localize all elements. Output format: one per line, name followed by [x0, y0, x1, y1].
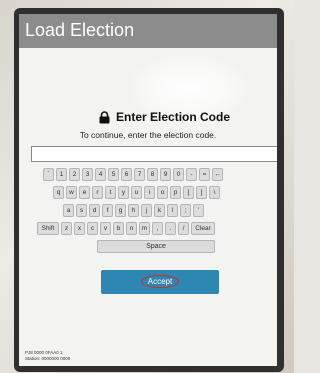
- red-circle-annotation: [141, 275, 179, 288]
- key-0[interactable]: 0: [173, 168, 184, 181]
- key-9[interactable]: 9: [160, 168, 171, 181]
- key-m[interactable]: m: [139, 222, 150, 235]
- key-1[interactable]: 1: [56, 168, 67, 181]
- key-minus[interactable]: -: [186, 168, 197, 181]
- key-y[interactable]: y: [118, 186, 129, 199]
- key-c[interactable]: c: [87, 222, 98, 235]
- key-comma[interactable]: ,: [152, 222, 163, 235]
- keyboard-row-1: ` 1 2 3 4 5 6 7 8 9 0 - = ←: [43, 168, 223, 181]
- key-r[interactable]: r: [92, 186, 103, 199]
- key-w[interactable]: w: [66, 186, 77, 199]
- key-i[interactable]: i: [144, 186, 155, 199]
- keyboard-row-3: a s d f g h j k l ; ': [63, 204, 204, 217]
- keyboard-row-2: q w e r t y u i o p [ ] \: [53, 186, 220, 199]
- key-equals[interactable]: =: [199, 168, 210, 181]
- key-backslash[interactable]: \: [209, 186, 220, 199]
- election-code-input[interactable]: [31, 146, 277, 162]
- key-slash[interactable]: /: [178, 222, 189, 235]
- title-bar: Load Election: [19, 14, 277, 48]
- key-g[interactable]: g: [115, 204, 126, 217]
- key-x[interactable]: x: [74, 222, 85, 235]
- key-7[interactable]: 7: [134, 168, 145, 181]
- key-n[interactable]: n: [126, 222, 137, 235]
- key-clear[interactable]: Clear: [191, 222, 215, 235]
- key-8[interactable]: 8: [147, 168, 158, 181]
- key-5[interactable]: 5: [108, 168, 119, 181]
- key-d[interactable]: d: [89, 204, 100, 217]
- key-u[interactable]: u: [131, 186, 142, 199]
- key-z[interactable]: z: [61, 222, 72, 235]
- key-backspace[interactable]: ←: [212, 168, 223, 181]
- device-screen: Load Election Enter Election Code To con…: [19, 14, 277, 366]
- key-semicolon[interactable]: ;: [180, 204, 191, 217]
- key-a[interactable]: a: [63, 204, 74, 217]
- key-p[interactable]: p: [170, 186, 181, 199]
- lock-icon: [99, 110, 110, 123]
- footer-line-2: Station: 0000000 0000: [25, 356, 71, 361]
- key-e[interactable]: e: [79, 186, 90, 199]
- key-f[interactable]: f: [102, 204, 113, 217]
- key-s[interactable]: s: [76, 204, 87, 217]
- key-shift[interactable]: Shift: [37, 222, 59, 235]
- key-period[interactable]: .: [165, 222, 176, 235]
- prompt-instruction: To continue, enter the election code.: [79, 130, 217, 140]
- key-o[interactable]: o: [157, 186, 168, 199]
- accept-button[interactable]: Accept: [101, 270, 219, 294]
- prompt-heading-text: Enter Election Code: [116, 110, 231, 124]
- key-v[interactable]: v: [100, 222, 111, 235]
- key-h[interactable]: h: [128, 204, 139, 217]
- keyboard-row-4: Shift z x c v b n m , . / Clear: [37, 222, 215, 235]
- key-b[interactable]: b: [113, 222, 124, 235]
- key-k[interactable]: k: [154, 204, 165, 217]
- key-2[interactable]: 2: [69, 168, 80, 181]
- key-right-bracket[interactable]: ]: [196, 186, 207, 199]
- key-j[interactable]: j: [141, 204, 152, 217]
- key-quote[interactable]: ': [193, 204, 204, 217]
- key-3[interactable]: 3: [82, 168, 93, 181]
- key-backtick[interactable]: `: [43, 168, 54, 181]
- key-t[interactable]: t: [105, 186, 116, 199]
- key-l[interactable]: l: [167, 204, 178, 217]
- prompt-heading: Enter Election Code: [99, 108, 230, 126]
- key-q[interactable]: q: [53, 186, 64, 199]
- key-4[interactable]: 4: [95, 168, 106, 181]
- key-left-bracket[interactable]: [: [183, 186, 194, 199]
- key-6[interactable]: 6: [121, 168, 132, 181]
- key-space[interactable]: Space: [97, 240, 215, 253]
- window-title: Load Election: [25, 20, 135, 40]
- station-footer: PJ8 0000 0FAA0 1 Station: 0000000 0000: [25, 350, 70, 362]
